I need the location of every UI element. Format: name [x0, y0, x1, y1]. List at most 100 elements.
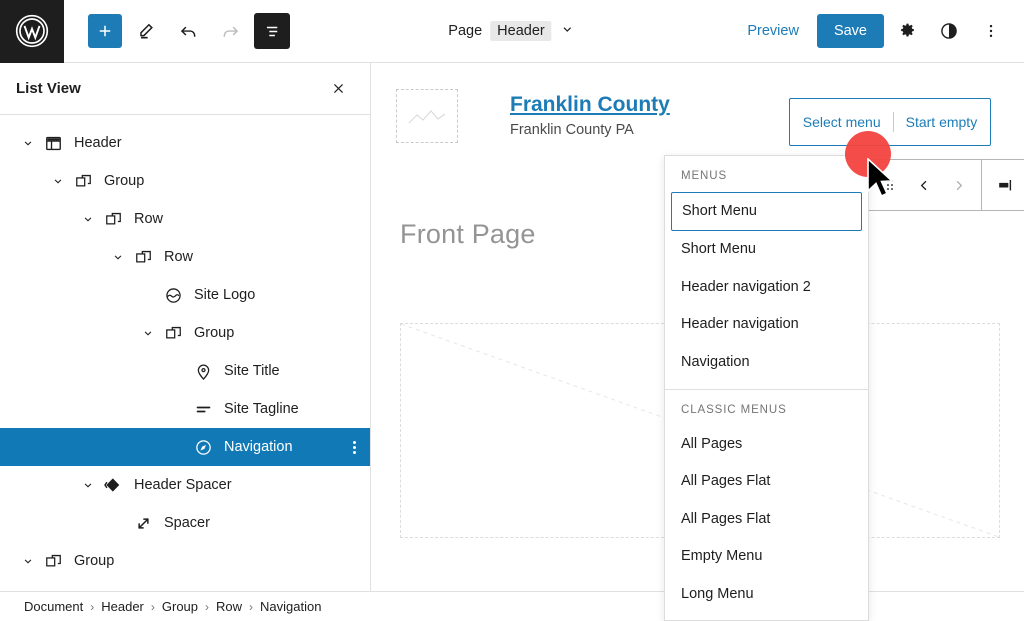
dropdown-item-header-navigation-2[interactable]: Header navigation 2 — [665, 269, 868, 306]
image-placeholder-icon[interactable] — [396, 89, 458, 143]
list-view-title: List View — [16, 80, 81, 97]
toolbar-right-group: Preview Save — [733, 12, 1010, 50]
dropdown-item-navigation[interactable]: Navigation — [665, 344, 868, 381]
chevron-down-icon[interactable] — [560, 21, 576, 41]
preview-button[interactable]: Preview — [733, 15, 813, 47]
add-block-icon[interactable] — [88, 14, 122, 48]
layout-icon — [40, 134, 66, 153]
contrast-icon[interactable] — [930, 12, 968, 50]
dropdown-item-short-menu[interactable]: Short Menu — [671, 192, 862, 231]
breadcrumb-item-navigation[interactable]: Navigation — [260, 599, 321, 614]
tree-item-label: Navigation — [224, 439, 293, 455]
gear-icon[interactable] — [888, 12, 926, 50]
dropdown-item-long-menu[interactable]: Long Menu — [665, 576, 868, 613]
site-logo-icon — [160, 286, 186, 305]
navigation-icon — [190, 438, 216, 457]
dropdown-item-short-menu[interactable]: Short Menu — [665, 231, 868, 268]
tree-item-header[interactable]: Header — [0, 124, 370, 162]
group-icon — [70, 172, 96, 191]
document-type-label: Page — [448, 23, 482, 39]
tree-item-label: Header — [74, 135, 122, 151]
tree-item-row[interactable]: Row — [0, 200, 370, 238]
map-pin-icon — [190, 362, 216, 381]
block-toolbar-justify-segment — [982, 160, 1024, 210]
dropdown-item-all-pages-flat[interactable]: All Pages Flat — [665, 501, 868, 538]
site-identity: Franklin County Franklin County PA — [510, 89, 670, 138]
navigation-placeholder-toolbar: Select menu Start empty — [789, 98, 991, 146]
chevron-down-icon[interactable] — [136, 326, 160, 340]
spacer-icon — [130, 514, 156, 533]
tree-item-label: Spacer — [164, 515, 210, 531]
start-empty-button[interactable]: Start empty — [906, 114, 978, 130]
chevron-down-icon[interactable] — [16, 554, 40, 568]
breadcrumb-item-header[interactable]: Header — [101, 599, 144, 614]
tree-item-site-tagline[interactable]: Site Tagline — [0, 390, 370, 428]
undo-icon[interactable] — [170, 13, 206, 49]
breadcrumb-item-row[interactable]: Row — [216, 599, 242, 614]
tree-item-header-spacer[interactable]: Header Spacer — [0, 466, 370, 504]
chevron-down-icon[interactable] — [16, 136, 40, 150]
tree-item-row[interactable]: Row — [0, 238, 370, 276]
dropdown-item-all-pages-flat[interactable]: All Pages Flat — [665, 463, 868, 500]
tagline-icon — [190, 400, 216, 419]
tree-item-label: Header Spacer — [134, 477, 232, 493]
tree-item-spacer[interactable]: Spacer — [0, 504, 370, 542]
tree-item-site-logo[interactable]: Site Logo — [0, 276, 370, 314]
dropdown-item-all-pages[interactable]: All Pages — [665, 426, 868, 463]
tree-item-site-title[interactable]: Site Title — [0, 352, 370, 390]
more-vertical-icon[interactable] — [353, 441, 356, 454]
chevron-down-icon[interactable] — [76, 212, 100, 226]
tree-item-label: Group — [74, 553, 114, 569]
editor-root: Page Header Preview Save — [0, 0, 1024, 621]
tree-item-group[interactable]: Group — [0, 314, 370, 352]
document-name-label: Header — [490, 21, 552, 41]
breadcrumb-separator: › — [249, 600, 253, 614]
wordpress-logo-icon[interactable] — [0, 0, 64, 63]
redo-icon[interactable] — [212, 13, 248, 49]
tree-item-label: Group — [194, 325, 234, 341]
dropdown-section-label: MENUS — [665, 156, 868, 192]
tree-item-label: Site Logo — [194, 287, 255, 303]
tree-item-label: Site Tagline — [224, 401, 299, 417]
site-title-link[interactable]: Franklin County — [510, 93, 670, 117]
tree-item-label: Row — [164, 249, 193, 265]
justify-right-icon[interactable] — [988, 160, 1022, 210]
breadcrumb: Document › Header › Group › Row › Navigation — [0, 591, 1024, 621]
chevron-down-icon[interactable] — [46, 174, 70, 188]
breadcrumb-item-document[interactable]: Document — [24, 599, 83, 614]
breadcrumb-separator: › — [90, 600, 94, 614]
dropdown-item-header-navigation[interactable]: Header navigation — [665, 306, 868, 343]
site-tagline: Franklin County PA — [510, 122, 670, 138]
select-menu-button[interactable]: Select menu — [803, 114, 881, 130]
group-icon — [130, 248, 156, 267]
breadcrumb-item-group[interactable]: Group — [162, 599, 198, 614]
breadcrumb-separator: › — [151, 600, 155, 614]
dropdown-item-empty-menu[interactable]: Empty Menu — [665, 538, 868, 575]
block-tree: Header Group Row Row Site Logo Group S — [0, 115, 370, 580]
spacer-block-icon — [100, 475, 126, 495]
group-icon — [40, 552, 66, 571]
tree-item-navigation[interactable]: Navigation — [0, 428, 370, 466]
toolbar-left-group — [64, 13, 290, 49]
chevron-down-icon[interactable] — [76, 478, 100, 492]
more-vertical-icon[interactable] — [972, 12, 1010, 50]
close-icon[interactable] — [322, 73, 354, 105]
divider — [893, 112, 894, 132]
list-view-panel: List View Header Group Row Ro — [0, 63, 371, 593]
dropdown-section-label: CLASSIC MENUS — [665, 390, 868, 426]
breadcrumb-separator: › — [205, 600, 209, 614]
menu-select-dropdown: MENUSShort MenuShort MenuHeader navigati… — [664, 155, 869, 621]
tree-item-group[interactable]: Group — [0, 162, 370, 200]
list-view-icon[interactable] — [254, 13, 290, 49]
tree-item-label: Row — [134, 211, 163, 227]
chevron-left-icon[interactable] — [907, 160, 941, 210]
save-button[interactable]: Save — [817, 14, 884, 48]
tree-item-label: Group — [104, 173, 144, 189]
edit-pencil-icon[interactable] — [128, 13, 164, 49]
document-title-bar[interactable]: Page Header — [448, 21, 575, 41]
tree-item-group[interactable]: Group — [0, 542, 370, 580]
tree-item-label: Site Title — [224, 363, 280, 379]
top-toolbar: Page Header Preview Save — [0, 0, 1024, 63]
chevron-down-icon[interactable] — [106, 250, 130, 264]
chevron-right-icon[interactable] — [941, 160, 975, 210]
